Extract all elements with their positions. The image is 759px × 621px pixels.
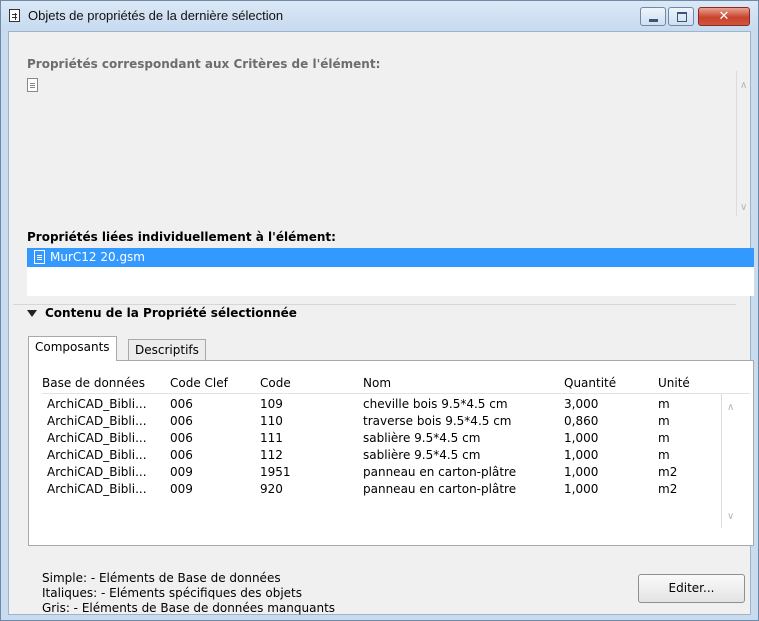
cell-unit: m [658,414,670,428]
cell-quantity: 1,000 [564,482,599,496]
legend-simple: Simple: - Eléments de Base de données [42,571,281,585]
tab-label: Descriptifs [135,343,199,357]
cell-key-code: 006 [170,414,193,428]
table-scrollbar[interactable] [721,394,722,528]
cell-key-code: 009 [170,465,193,479]
cell-key-code: 006 [170,448,193,462]
window-title: Objets de propriétés de la dernière séle… [28,8,284,23]
cell-key-code: 006 [170,397,193,411]
scroll-down-icon[interactable]: ∨ [740,202,747,213]
collapse-triangle-icon[interactable] [27,310,37,317]
column-header-key-code[interactable]: Code Clef [170,376,228,390]
column-header-unit[interactable]: Unité [658,376,690,390]
close-button[interactable]: ✕ [698,7,750,26]
cell-quantity: 1,000 [564,448,599,462]
cell-code: 110 [260,414,283,428]
cell-name: panneau en carton-plâtre [363,482,517,496]
cell-quantity: 1,000 [564,465,599,479]
linked-properties-label: Propriétés liées individuellement à l'él… [27,230,336,244]
criteria-label: Propriétés correspondant aux Critères de… [27,57,381,71]
cell-database: ArchiCAD_Bibli... [47,448,147,462]
minimize-button[interactable] [640,7,666,26]
tab-descriptifs[interactable]: Descriptifs [128,339,206,361]
cell-code: 111 [260,431,283,445]
column-header-code[interactable]: Code [260,376,291,390]
scroll-down-icon[interactable]: ∨ [727,511,734,522]
cell-unit: m [658,431,670,445]
document-icon [27,78,38,92]
list-item[interactable]: MurC12 20.gsm [27,248,754,267]
cell-unit: m2 [658,482,678,496]
scroll-up-icon[interactable]: ∧ [727,402,734,413]
cell-database: ArchiCAD_Bibli... [47,482,147,496]
content-section-label: Contenu de la Propriété sélectionnée [45,306,297,320]
criteria-scrollbar[interactable] [736,71,737,216]
list-item-label: MurC12 20.gsm [50,250,145,264]
legend-gray: Gris: - Eléments de Base de données manq… [42,601,336,615]
cell-name: sablière 9.5*4.5 cm [363,431,481,445]
cell-unit: m [658,397,670,411]
cell-quantity: 0,860 [564,414,599,428]
cell-quantity: 3,000 [564,397,599,411]
scroll-up-icon[interactable]: ∧ [740,80,747,91]
column-header-database[interactable]: Base de données [42,376,145,390]
cell-database: ArchiCAD_Bibli... [47,397,147,411]
cell-database: ArchiCAD_Bibli... [47,465,147,479]
cell-key-code: 009 [170,482,193,496]
dialog-window: Objets de propriétés de la dernière séle… [0,0,759,621]
cell-code: 920 [260,482,283,496]
cell-key-code: 006 [170,431,193,445]
window-icon [9,9,20,22]
tab-composants[interactable]: Composants [28,336,117,361]
cell-code: 112 [260,448,283,462]
tab-label: Composants [35,340,110,354]
cell-name: sablière 9.5*4.5 cm [363,448,481,462]
cell-quantity: 1,000 [564,431,599,445]
section-divider [13,304,736,305]
cell-unit: m2 [658,465,678,479]
cell-code: 109 [260,397,283,411]
maximize-button[interactable] [668,7,694,26]
column-header-name[interactable]: Nom [363,376,391,390]
legend-italic: Italiques: - Eléments spécifiques des ob… [42,586,302,600]
linked-properties-list[interactable]: MurC12 20.gsm [27,248,754,296]
cell-name: traverse bois 9.5*4.5 cm [363,414,512,428]
title-bar[interactable]: Objets de propriétés de la dernière séle… [1,1,758,31]
cell-code: 1951 [260,465,291,479]
cell-database: ArchiCAD_Bibli... [47,414,147,428]
close-icon: ✕ [718,9,730,24]
cell-name: cheville bois 9.5*4.5 cm [363,397,508,411]
edit-button[interactable]: Editer... [638,574,745,603]
cell-name: panneau en carton-plâtre [363,465,517,479]
document-icon [34,250,45,264]
column-header-quantity[interactable]: Quantité [564,376,616,390]
cell-unit: m [658,448,670,462]
cell-database: ArchiCAD_Bibli... [47,431,147,445]
